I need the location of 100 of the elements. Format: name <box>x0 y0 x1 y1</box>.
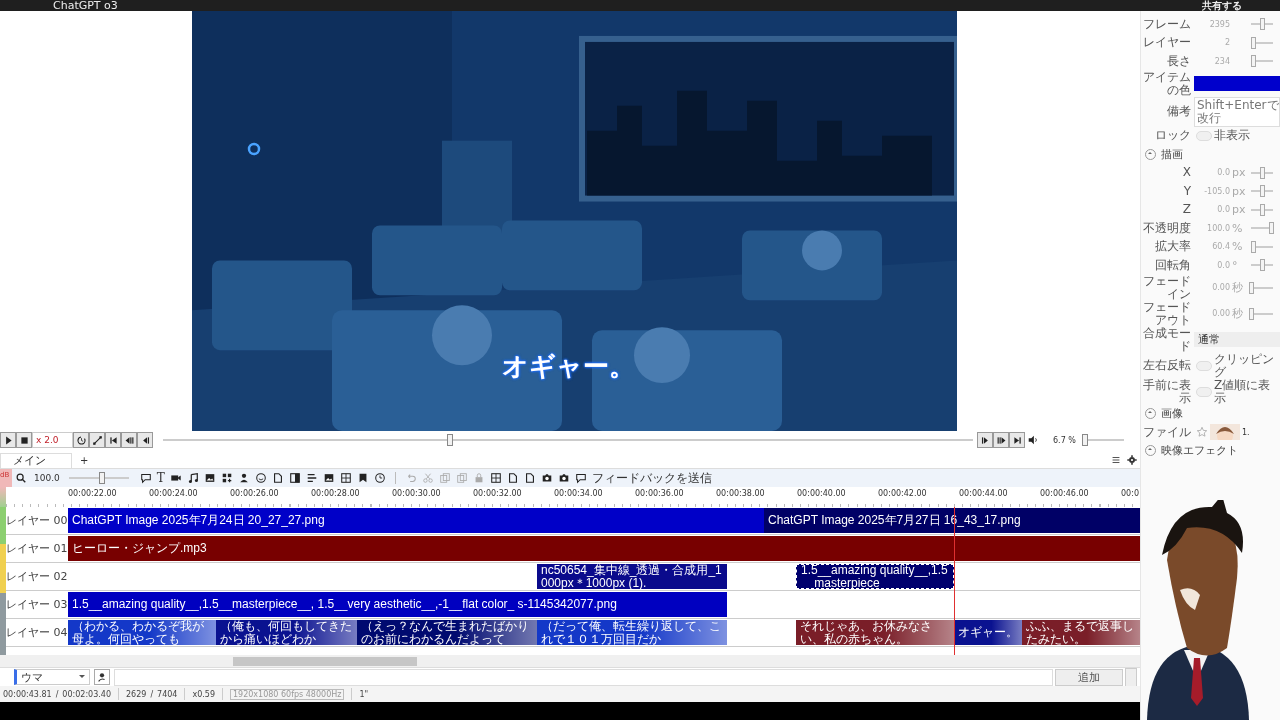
shapes-icon[interactable] <box>220 472 233 484</box>
link-button[interactable] <box>89 432 105 448</box>
property-label: 拡大率 <box>1154 240 1191 254</box>
note-field[interactable]: Shift+Enterで改行 <box>1194 96 1280 127</box>
list-icon[interactable] <box>305 472 318 484</box>
add-tab-button[interactable]: + <box>80 454 89 466</box>
property-label: 不透明度 <box>1142 221 1191 235</box>
stop-button[interactable] <box>16 432 32 448</box>
app-title[interactable]: ChatGPT o3 <box>53 0 118 11</box>
frame-forward-icon <box>979 434 991 446</box>
image-icon[interactable] <box>322 472 335 484</box>
tab[interactable]: メイン <box>0 452 72 468</box>
timeline-clip[interactable]: （俺も、何回もしてきたから痛いほどわか <box>216 620 357 645</box>
copy-icon[interactable] <box>455 472 468 484</box>
document-icon[interactable] <box>506 472 519 484</box>
timeline-clip[interactable]: ヒーロー・ジャンプ.mp3 <box>68 536 1140 561</box>
step-forward-button[interactable] <box>993 432 1009 448</box>
speech-bubble-icon[interactable] <box>574 472 587 484</box>
speaker-icon[interactable] <box>1027 434 1039 446</box>
skip-start-icon <box>107 434 119 446</box>
property-unit: ° <box>1232 258 1238 272</box>
slider-thumb[interactable] <box>1251 240 1257 253</box>
timeline-clip[interactable]: 1.5__amazing quality__,1.5__masterpiece__, 1.5__very aesthetic__,-1__flat color_ s-1145342077.png <box>68 592 727 617</box>
current-frame: 2629 <box>126 689 147 699</box>
property-label: 手前に表示 <box>1142 378 1191 405</box>
feedback-link[interactable]: フィードバックを送信 <box>591 471 712 485</box>
timeline-clip[interactable]: オギャー。 <box>954 620 1022 645</box>
speech-bubble-icon[interactable] <box>139 472 152 484</box>
copy-icon[interactable] <box>438 472 451 484</box>
slider-thumb[interactable] <box>1251 55 1257 68</box>
slider-thumb[interactable] <box>1268 222 1274 235</box>
grid-icon[interactable] <box>489 472 502 484</box>
ruler-label: 00:00:40.00 <box>797 488 847 500</box>
property-unit: 秒 <box>1232 307 1243 320</box>
toggle-switch[interactable] <box>1196 360 1212 371</box>
input-field[interactable] <box>114 668 1053 686</box>
search-icon[interactable] <box>15 472 27 484</box>
toggle-switch[interactable] <box>1196 386 1212 397</box>
add-button[interactable]: 追加 <box>1055 668 1123 686</box>
ruler-label: 00:00:28.00 <box>311 488 361 500</box>
section-header[interactable]: 映像エフェクト <box>1161 444 1238 458</box>
zoom-value: 6.7 % <box>1053 435 1076 445</box>
document-icon[interactable] <box>523 472 536 484</box>
skip-start-button[interactable] <box>105 432 121 448</box>
clock-icon[interactable] <box>373 472 386 484</box>
music-note-icon[interactable] <box>186 472 199 484</box>
timeline-clip[interactable]: （だって俺、転生繰り返して、これで１０１万回目だか <box>537 620 727 645</box>
scrollbar-thumb[interactable] <box>233 657 417 666</box>
play-button[interactable] <box>0 432 16 448</box>
slider-thumb[interactable] <box>1260 259 1265 272</box>
speed-dropdown[interactable]: x 2.0 <box>32 432 73 448</box>
zoom-thumb[interactable] <box>98 472 105 484</box>
loop-button[interactable] <box>73 432 89 448</box>
toggle-switch[interactable] <box>1196 130 1212 141</box>
property-label: アイテムの色 <box>1142 70 1191 97</box>
slider-thumb[interactable] <box>1260 166 1265 179</box>
panel-icon[interactable] <box>288 472 301 484</box>
property-label: Z <box>1181 203 1191 217</box>
scissors-icon[interactable] <box>421 472 434 484</box>
skip-end-button[interactable] <box>1009 432 1025 448</box>
frame-forward-button[interactable] <box>977 432 993 448</box>
timeline-clip[interactable]: ChatGPT Image 2025年7月24日 20_27_27.png <box>68 508 764 533</box>
grid-icon[interactable] <box>339 472 352 484</box>
menu-icon[interactable] <box>1110 454 1122 466</box>
slider-thumb[interactable] <box>1260 185 1265 198</box>
slider-thumb[interactable] <box>1249 281 1254 294</box>
property-label: Y <box>1182 184 1191 198</box>
step-back-button[interactable] <box>121 432 137 448</box>
share-button[interactable]: 共有する <box>1202 0 1242 11</box>
timeline-clip[interactable]: （えっ？なんで生まれたばかりのお前にわかるんだよって <box>357 620 537 645</box>
frame-back-button[interactable] <box>137 432 153 448</box>
volume-thumb[interactable] <box>1082 434 1089 446</box>
ruler-label: 00:00:46.00 <box>1040 488 1090 500</box>
camera-icon[interactable] <box>557 472 570 484</box>
image-icon[interactable] <box>203 472 216 484</box>
voice-settings-icon[interactable] <box>94 669 110 685</box>
ruler-label: 00:00:32.00 <box>473 488 523 500</box>
smiley-icon[interactable] <box>254 472 267 484</box>
timeline-clip[interactable]: （わかる、わかるぞ我が母よ。何回やっても <box>68 620 216 645</box>
timeline-clip[interactable]: それじゃあ、お休みなさい、私の赤ちゃん。 <box>796 620 954 645</box>
color-swatch[interactable] <box>1194 76 1280 91</box>
document-icon[interactable] <box>271 472 284 484</box>
video-camera-icon[interactable] <box>169 472 182 484</box>
file-name[interactable]: 1. <box>1242 425 1250 439</box>
seek-thumb[interactable] <box>446 434 453 446</box>
camera-icon[interactable] <box>540 472 553 484</box>
timeline-clip[interactable]: ふふ、まるで返事したみたい。 <box>1022 620 1140 645</box>
slider-thumb[interactable] <box>1260 203 1265 216</box>
text-tool-button[interactable]: T <box>156 471 165 485</box>
star-icon[interactable] <box>1196 426 1208 439</box>
blend-mode-dropdown[interactable]: 通常 <box>1194 332 1280 347</box>
settings-icon[interactable] <box>1126 454 1138 466</box>
section-header[interactable]: 描画 <box>1161 147 1183 161</box>
slider-thumb[interactable] <box>1249 307 1254 320</box>
property-label: X <box>1181 166 1191 180</box>
section-header[interactable]: 画像 <box>1161 407 1183 421</box>
slider-thumb[interactable] <box>1260 18 1265 31</box>
slider-thumb[interactable] <box>1251 36 1257 49</box>
timeline-clip[interactable]: nc50654_集中線_透過・合成用_1000px＊1000px (1). <box>537 564 727 589</box>
ruler-label: 00:00:26.00 <box>230 488 280 500</box>
